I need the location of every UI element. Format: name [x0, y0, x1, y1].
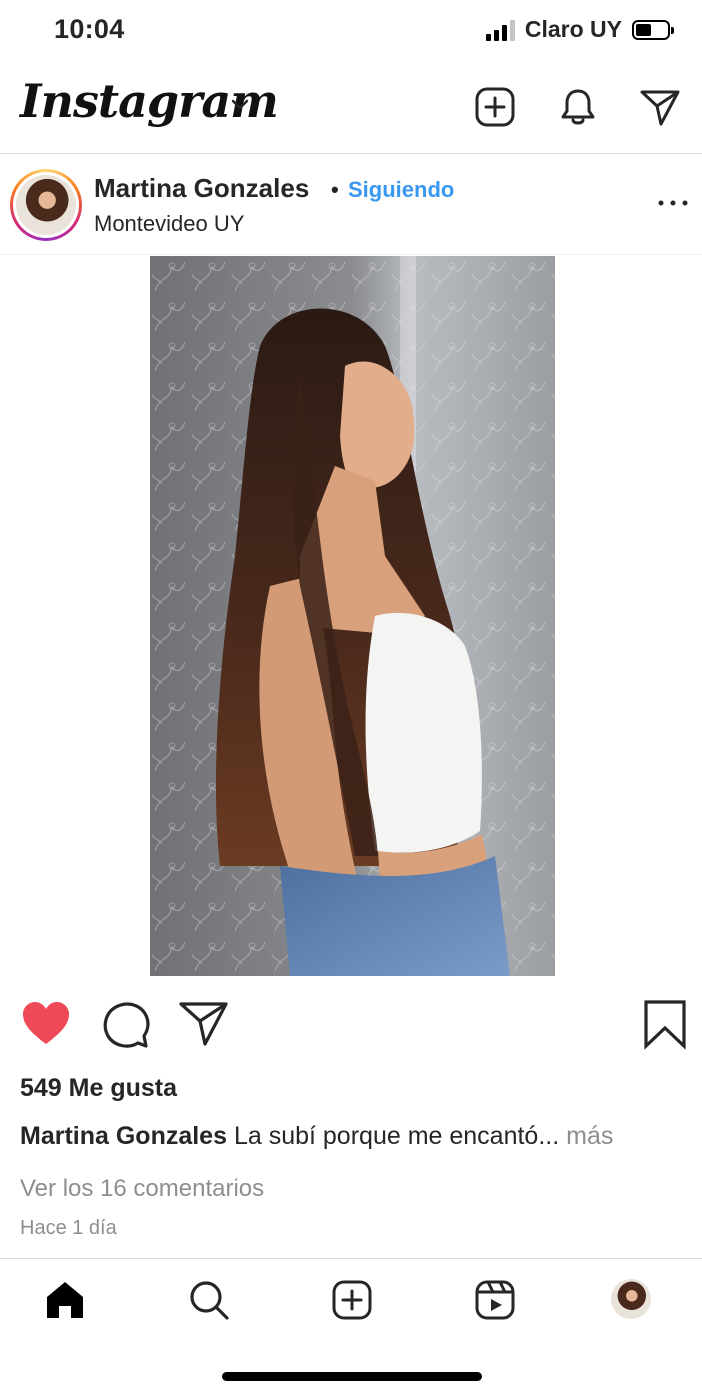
profile-avatar[interactable] — [611, 1279, 651, 1319]
post-photo[interactable] — [150, 256, 555, 976]
post-location[interactable]: Montevideo UY — [94, 211, 244, 237]
carrier-name: Claro UY — [524, 16, 622, 42]
signal-icon — [485, 19, 515, 41]
view-comments-link[interactable]: Ver los 16 comentarios — [20, 1175, 264, 1203]
reels-icon[interactable] — [474, 1279, 516, 1321]
home-indicator[interactable] — [222, 1372, 482, 1381]
caption-text: La subí porque me encantó... — [233, 1122, 560, 1150]
new-post-icon[interactable] — [331, 1279, 373, 1321]
separator-dot: • — [331, 177, 339, 202]
more-options-icon[interactable] — [656, 195, 690, 211]
photo-illustration — [150, 256, 555, 976]
comment-icon[interactable] — [100, 998, 152, 1050]
bottom-tab-bar — [0, 1258, 702, 1340]
new-post-icon[interactable] — [474, 86, 516, 128]
battery-icon — [632, 19, 674, 40]
caption-more-link[interactable]: más — [566, 1122, 613, 1150]
home-icon[interactable] — [44, 1279, 86, 1321]
likes-count[interactable]: 549 Me gusta — [20, 1074, 177, 1103]
share-icon[interactable] — [178, 998, 230, 1050]
status-indicators: Claro UY — [485, 16, 674, 43]
top-navigation: Instagram — [0, 64, 702, 154]
post-timestamp: Hace 1 día — [20, 1217, 117, 1239]
search-icon[interactable] — [188, 1279, 230, 1321]
caption-username[interactable]: Martina Gonzales — [20, 1122, 227, 1150]
following-button[interactable]: Siguiendo — [348, 177, 454, 203]
status-bar: 10:04 Claro UY — [0, 0, 702, 64]
chevron-down-icon[interactable] — [230, 98, 250, 112]
post-username[interactable]: Martina Gonzales — [94, 173, 309, 204]
post-caption: Martina Gonzales La subí porque me encan… — [20, 1122, 613, 1151]
like-heart-icon[interactable] — [20, 998, 72, 1050]
direct-messages-icon[interactable] — [639, 86, 681, 128]
profile-photo — [16, 175, 76, 235]
avatar[interactable] — [10, 169, 82, 241]
post-header: Martina Gonzales • Siguiendo Montevideo … — [0, 155, 702, 255]
notifications-icon[interactable] — [557, 86, 599, 128]
status-time: 10:04 — [54, 14, 125, 44]
save-bookmark-icon[interactable] — [640, 998, 692, 1050]
